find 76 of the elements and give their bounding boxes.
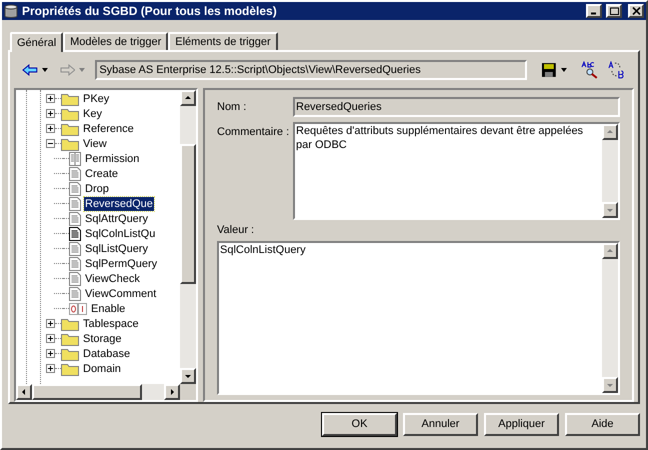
tree-item[interactable]: SqlListQuery: [84, 242, 149, 256]
scroll-down-button[interactable]: [602, 376, 618, 392]
caret-icon[interactable]: [42, 68, 48, 72]
field-label: Commentaire :: [217, 125, 290, 140]
collapse-icon[interactable]: [46, 139, 55, 148]
comment-field[interactable]: Requêtes d'attributs supplémentaires devant être appelées par ODBC: [293, 122, 620, 220]
spell-check-icon[interactable]: [580, 61, 598, 79]
scroll-down-button[interactable]: [602, 202, 618, 218]
up-triangle-icon: [184, 94, 192, 102]
replace-icon[interactable]: [608, 61, 626, 79]
tree-item[interactable]: SqlPermQuery: [84, 256, 158, 270]
window-title: Propriétés du SGBD (Pour tous les modèles): [22, 3, 278, 20]
back-arrow-icon[interactable]: [22, 64, 38, 76]
path-field: Sybase AS Enterprise 12.5::Script\Objects\View\ReversedQueries: [95, 60, 527, 80]
tree-item[interactable]: Reference: [82, 122, 135, 136]
scroll-thumb[interactable]: [180, 144, 196, 284]
expand-icon[interactable]: [46, 334, 55, 343]
value-field[interactable]: SqlColnListQuery: [217, 240, 620, 394]
vertical-scrollbar[interactable]: [180, 90, 196, 384]
left-triangle-icon: [20, 388, 28, 396]
tab[interactable]: Modèles de trigger: [63, 32, 168, 50]
scroll-up-button[interactable]: [602, 124, 618, 140]
expand-icon[interactable]: [46, 124, 55, 133]
down-triangle-icon: [606, 206, 614, 214]
expand-icon[interactable]: [46, 319, 55, 328]
tree-item[interactable]: PKey: [82, 92, 110, 106]
tree-item[interactable]: Enable: [90, 302, 126, 316]
database-icon: [4, 4, 18, 18]
expand-icon[interactable]: [46, 109, 55, 118]
field-label: Nom :: [217, 100, 248, 115]
tree-item[interactable]: Database: [82, 346, 132, 360]
tree-item[interactable]: Storage: [82, 332, 123, 346]
scrollbar-corner: [180, 384, 196, 400]
caret-icon[interactable]: [560, 68, 567, 72]
maximize-icon: [610, 7, 618, 15]
down-triangle-icon: [184, 372, 192, 380]
scroll-up-button[interactable]: [602, 242, 618, 258]
right-triangle-icon: [168, 388, 176, 396]
tree-item[interactable]: Create: [84, 166, 120, 180]
scroll-right-button[interactable]: [164, 384, 180, 400]
close-icon: [632, 7, 640, 15]
vertical-scrollbar[interactable]: [602, 242, 618, 392]
minimize-button[interactable]: [586, 4, 602, 18]
up-triangle-icon: [606, 128, 614, 136]
vertical-scrollbar[interactable]: [602, 124, 618, 218]
expand-icon[interactable]: [46, 94, 55, 103]
tree-item[interactable]: Key: [82, 106, 103, 120]
scroll-up-button[interactable]: [180, 90, 196, 106]
tree-item[interactable]: Drop: [84, 182, 110, 196]
horizontal-scrollbar[interactable]: [16, 384, 196, 400]
tree-item[interactable]: Domain: [82, 362, 122, 376]
expand-icon[interactable]: [46, 349, 55, 358]
tree-item[interactable]: View: [82, 136, 108, 150]
tree-item[interactable]: ReversedQue: [84, 196, 154, 210]
name-field: ReversedQueries: [293, 97, 620, 117]
close-button[interactable]: [628, 4, 644, 18]
tree-item[interactable]: SqlAttrQuery: [84, 212, 149, 226]
tree-item[interactable]: Permission: [84, 152, 140, 166]
tree-item[interactable]: Tablespace: [82, 316, 140, 330]
binary-icon: [69, 302, 87, 314]
dialog-button[interactable]: Annuler: [403, 413, 478, 436]
tab[interactable]: Eléments de trigger: [168, 32, 278, 50]
dialog-button[interactable]: Appliquer: [484, 413, 559, 436]
expand-icon[interactable]: [46, 364, 55, 373]
field-label: Valeur :: [217, 223, 256, 238]
dialog-button[interactable]: OK: [322, 413, 397, 436]
scroll-down-button[interactable]: [180, 368, 196, 384]
up-triangle-icon: [606, 246, 614, 254]
tree-item[interactable]: SqlColnListQu: [84, 226, 156, 240]
scroll-left-button[interactable]: [16, 384, 32, 400]
dialog-button[interactable]: Aide: [565, 413, 640, 436]
scroll-thumb[interactable]: [32, 384, 142, 400]
tab[interactable]: Général: [10, 32, 64, 52]
tree-item[interactable]: ViewCheck: [84, 272, 141, 286]
tree-item[interactable]: ViewComment: [84, 286, 158, 300]
maximize-button[interactable]: [606, 4, 622, 18]
